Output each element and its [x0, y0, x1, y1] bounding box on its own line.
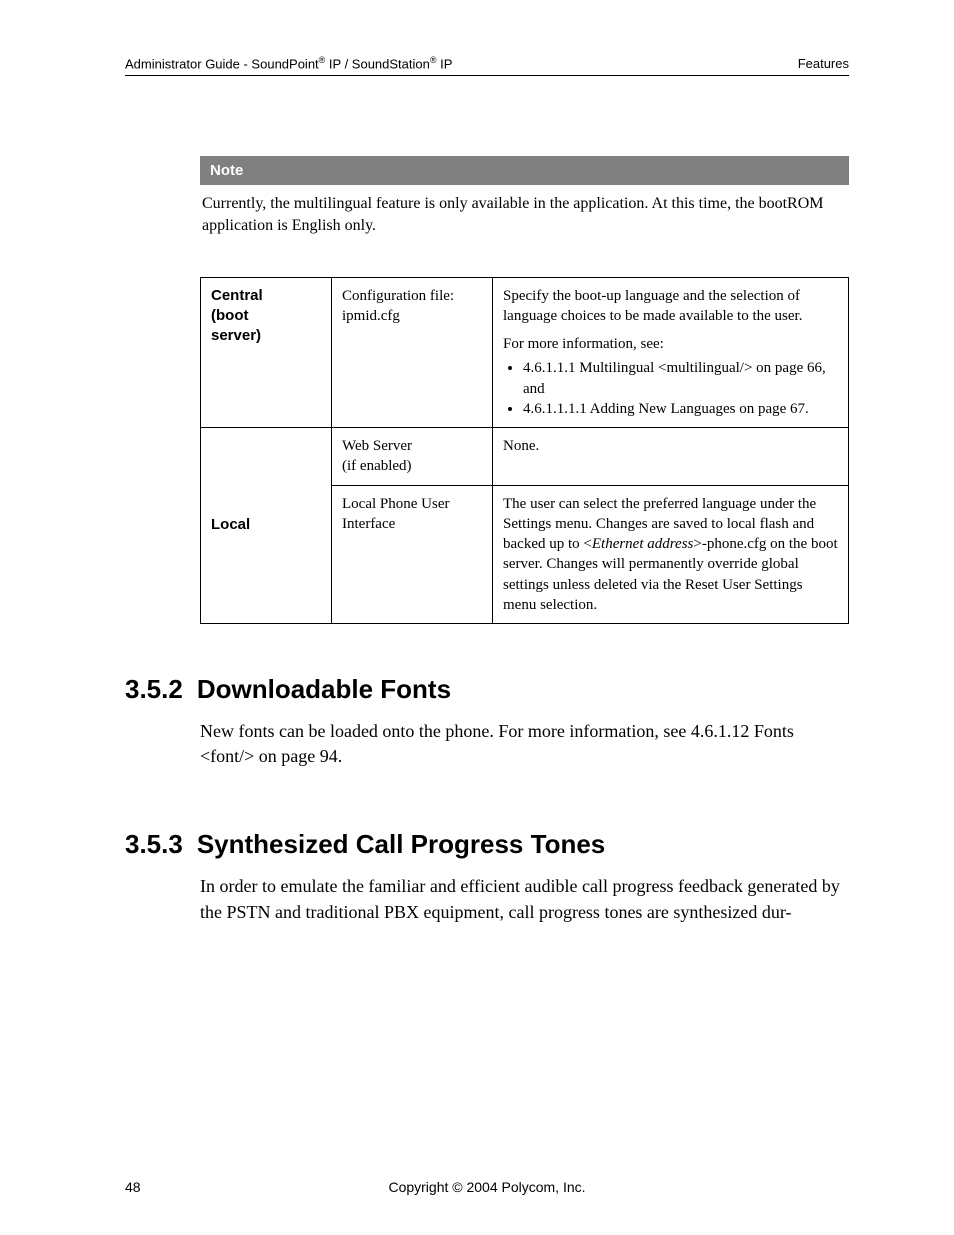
cell-text-italic: Ethernet address [592, 536, 694, 552]
cell-text: Interface [342, 516, 395, 532]
table-row: Local Web Server (if enabled) None. [201, 428, 849, 486]
cell-text: (if enabled) [342, 458, 412, 474]
label-text: Central [211, 287, 263, 304]
cell-text: For more information, see: [503, 334, 838, 354]
cell-text: Local Phone User [342, 496, 449, 512]
row-label-central: Central (boot server) [201, 277, 332, 428]
section-heading-353: 3.5.3 Synthesized Call Progress Tones [125, 829, 849, 860]
cell-description: None. [493, 428, 849, 486]
running-header: Administrator Guide - SoundPoint ® IP / S… [125, 55, 849, 76]
note-heading: Note [200, 156, 849, 185]
cell-description: Specify the boot-up language and the sel… [493, 277, 849, 428]
section-title: Synthesized Call Progress Tones [197, 829, 605, 860]
label-text: (boot [211, 307, 248, 324]
section-number: 3.5.3 [125, 829, 183, 860]
label-text: server) [211, 327, 261, 344]
row-label-local: Local [201, 428, 332, 624]
header-left: Administrator Guide - SoundPoint ® IP / S… [125, 55, 452, 71]
section-body: New fonts can be loaded onto the phone. … [200, 719, 849, 769]
document-page: Administrator Guide - SoundPoint ® IP / S… [0, 0, 954, 1235]
registered-icon: ® [430, 55, 437, 65]
cell-text: Web Server [342, 438, 412, 454]
list-item: 4.6.1.1.1 Multilingual <multilingual/> o… [523, 358, 838, 399]
cell-config-file: Configuration file: ipmid.cfg [332, 277, 493, 428]
cell-text: Specify the boot-up language and the sel… [503, 286, 838, 327]
page-number: 48 [125, 1179, 141, 1195]
reference-list: 4.6.1.1.1 Multilingual <multilingual/> o… [503, 358, 838, 419]
page-footer: 48 Copyright © 2004 Polycom, Inc. [125, 1179, 849, 1195]
header-text: IP / SoundStation [325, 56, 430, 71]
cell-description: The user can select the preferred langua… [493, 485, 849, 624]
header-text: Administrator Guide - SoundPoint [125, 56, 319, 71]
header-text: IP [437, 56, 453, 71]
list-item: 4.6.1.1.1.1 Adding New Languages on page… [523, 399, 838, 419]
config-table: Central (boot server) Configuration file… [200, 277, 849, 625]
section-number: 3.5.2 [125, 674, 183, 705]
cell-text: ipmid.cfg [342, 308, 400, 324]
table-row: Central (boot server) Configuration file… [201, 277, 849, 428]
section-body: In order to emulate the familiar and eff… [200, 874, 849, 924]
note-body: Currently, the multilingual feature is o… [200, 185, 849, 236]
cell-web-server: Web Server (if enabled) [332, 428, 493, 486]
section-heading-352: 3.5.2 Downloadable Fonts [125, 674, 849, 705]
section-title: Downloadable Fonts [197, 674, 451, 705]
cell-text: Configuration file: [342, 288, 454, 304]
copyright-text: Copyright © 2004 Polycom, Inc. [125, 1179, 849, 1195]
content-area: Note Currently, the multilingual feature… [200, 156, 849, 924]
cell-local-phone-ui: Local Phone User Interface [332, 485, 493, 624]
header-right: Features [798, 56, 849, 71]
note-callout: Note Currently, the multilingual feature… [200, 156, 849, 236]
